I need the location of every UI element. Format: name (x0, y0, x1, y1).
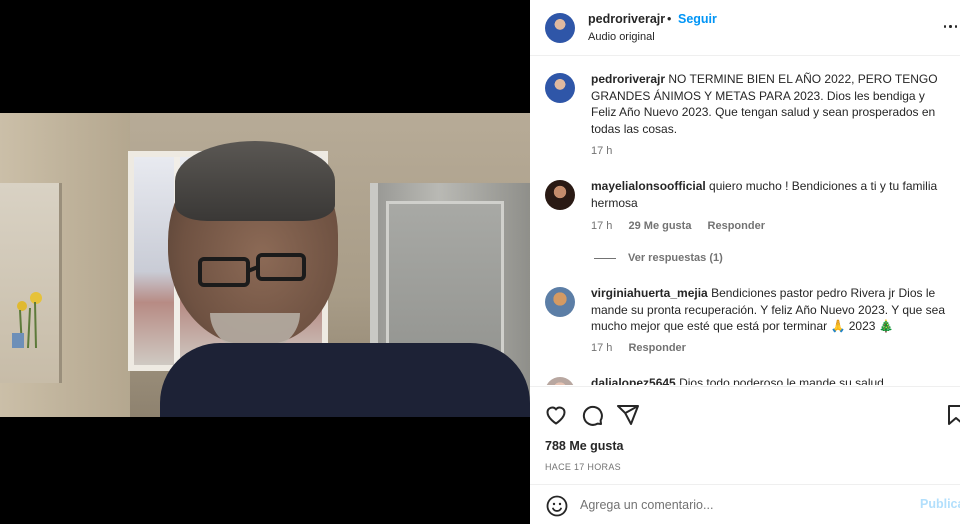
author-avatar[interactable] (545, 13, 575, 43)
follow-button[interactable]: Seguir (678, 12, 717, 26)
comment-bubble-icon[interactable] (580, 403, 604, 427)
likes-count[interactable]: 788 Me gusta (545, 439, 624, 453)
author-username[interactable]: pedroriverajr (588, 12, 665, 26)
commenter-avatar[interactable] (545, 287, 575, 317)
replies-divider (594, 257, 616, 259)
emoji-icon[interactable] (545, 494, 569, 518)
comment-username[interactable]: virginiahuerta_mejia (591, 286, 708, 300)
add-comment-bar: Publicar (530, 484, 960, 524)
reply-button[interactable]: Responder (628, 342, 685, 354)
save-bookmark-icon[interactable] (944, 403, 960, 427)
video-frame-flowers (12, 292, 42, 348)
comments-list[interactable]: pedroriverajr NO TERMINE BIEN EL AÑO 202… (530, 57, 960, 385)
more-options-button[interactable] (944, 14, 960, 38)
video-player[interactable] (0, 113, 530, 417)
publish-button[interactable]: Publicar (920, 497, 960, 511)
post-timestamp[interactable]: HACE 17 HORAS (545, 462, 621, 472)
media-viewer (0, 0, 530, 524)
like-heart-icon[interactable] (544, 403, 568, 427)
caption-time[interactable]: 17 h (591, 145, 612, 157)
comment-time[interactable]: 17 h (591, 220, 612, 232)
post-panel: pedroriverajr • Seguir Audio original pe… (530, 0, 960, 524)
video-frame-mirror (0, 183, 62, 383)
caption-author-avatar[interactable] (545, 73, 575, 103)
share-send-icon[interactable] (616, 403, 640, 427)
comment-username[interactable]: mayelialonsoofficial (591, 179, 706, 193)
video-frame-shirt (160, 343, 530, 417)
reply-button[interactable]: Responder (708, 220, 765, 232)
caption-username[interactable]: pedroriverajr (591, 72, 665, 86)
view-replies-button[interactable]: Ver respuestas (1) (594, 252, 723, 264)
comment-time[interactable]: 17 h (591, 342, 612, 354)
post-header: pedroriverajr • Seguir Audio original (530, 0, 960, 56)
commenter-avatar[interactable] (545, 180, 575, 210)
audio-label[interactable]: Audio original (588, 31, 655, 43)
video-frame-person-hair (175, 141, 335, 221)
comment-input[interactable] (580, 493, 900, 517)
comment-likes[interactable]: 29 Me gusta (628, 220, 691, 232)
comment-text: Dios todo poderoso le mande su salud (679, 376, 884, 385)
commenter-avatar[interactable] (545, 377, 575, 385)
comment-username[interactable]: dalialopez5645 (591, 376, 676, 385)
video-frame-glasses (198, 253, 306, 287)
header-separator: • (667, 12, 672, 26)
more-horizontal-icon (944, 24, 947, 28)
